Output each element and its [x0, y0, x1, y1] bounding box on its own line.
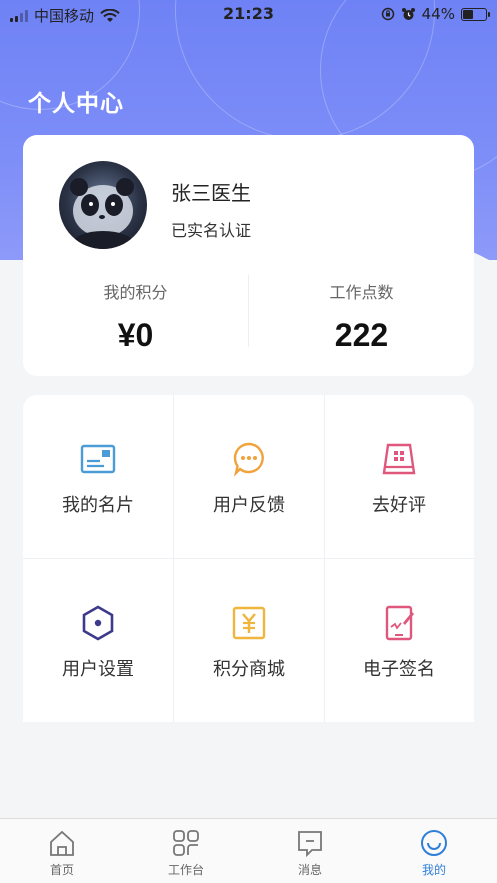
menu-label: 用户反馈 — [213, 495, 285, 516]
menu-grid: 我的名片 用户反馈 去好评 用户设置 积分商城 电子签名 — [23, 395, 474, 722]
tablet-signature-icon — [379, 603, 419, 643]
battery-icon — [461, 7, 490, 21]
menu-label: 电子签名 — [363, 659, 435, 680]
points-value: ¥0 — [117, 317, 154, 353]
tab-label: 消息 — [297, 863, 322, 877]
work-points-stat[interactable]: 工作点数 222 — [249, 279, 474, 354]
tab-workbench[interactable]: 工作台 — [124, 819, 248, 883]
avatar[interactable] — [59, 161, 147, 249]
tab-label: 首页 — [49, 863, 74, 877]
chat-bubble-icon — [229, 439, 269, 479]
message-icon — [295, 828, 325, 858]
home-icon — [47, 828, 77, 858]
profile-card: 张三医生 已实名认证 我的积分 ¥0 工作点数 222 — [23, 135, 474, 376]
work-points-value: 222 — [334, 317, 389, 353]
menu-item-points-mall[interactable]: 积分商城 — [174, 559, 324, 722]
workbench-grid-icon — [171, 828, 201, 858]
battery-percent: 44% — [421, 5, 455, 23]
menu-label: 我的名片 — [62, 495, 134, 516]
tab-label: 工作台 — [167, 863, 204, 877]
points-label: 我的积分 — [103, 283, 168, 302]
tab-label: 我的 — [421, 863, 446, 877]
work-points-label: 工作点数 — [329, 283, 394, 302]
page-title: 个人中心 — [28, 91, 124, 117]
tab-messages[interactable]: 消息 — [248, 819, 372, 883]
rating-store-icon — [379, 439, 419, 479]
panda-avatar-image — [70, 178, 134, 249]
menu-label: 去好评 — [372, 495, 426, 516]
rotation-lock-icon — [381, 7, 394, 21]
tab-home[interactable]: 首页 — [0, 819, 124, 883]
points-stat[interactable]: 我的积分 ¥0 — [23, 279, 248, 354]
profile-name: 张三医生 — [171, 181, 251, 205]
profile-smile-icon — [419, 828, 449, 858]
verification-status: 已实名认证 — [171, 221, 252, 240]
business-card-icon — [78, 439, 118, 479]
tab-profile[interactable]: 我的 — [372, 819, 496, 883]
menu-item-rating[interactable]: 去好评 — [324, 395, 474, 558]
tab-bar: 首页 工作台 消息 我的 — [0, 818, 497, 883]
status-bar: 中国移动 21:23 44% — [0, 0, 497, 30]
menu-label: 用户设置 — [62, 659, 134, 680]
menu-item-e-signature[interactable]: 电子签名 — [324, 559, 474, 722]
menu-item-feedback[interactable]: 用户反馈 — [174, 395, 324, 558]
menu-item-user-settings[interactable]: 用户设置 — [23, 559, 173, 722]
yen-mall-icon — [229, 603, 269, 643]
menu-item-business-card[interactable]: 我的名片 — [23, 395, 173, 558]
alarm-icon — [401, 7, 415, 20]
hexagon-settings-icon — [78, 603, 118, 643]
menu-label: 积分商城 — [213, 659, 285, 680]
